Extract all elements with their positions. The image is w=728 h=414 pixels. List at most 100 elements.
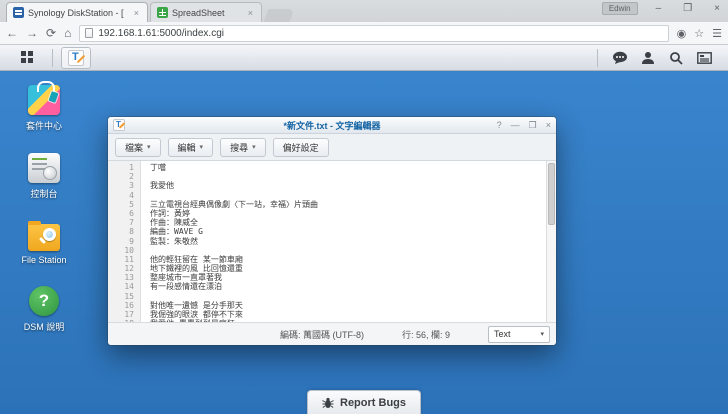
desktop-icon-control-panel[interactable]: 控制台	[12, 153, 76, 200]
editor-line: 1 丁噹	[108, 163, 556, 172]
tab-close-icon[interactable]: ×	[132, 8, 141, 18]
notifications-button[interactable]	[606, 47, 634, 69]
line-number: 3	[108, 181, 140, 190]
editor-maximize-button[interactable]: ❐	[529, 120, 537, 131]
refresh-icon[interactable]: ⟳	[46, 27, 56, 39]
desktop-icon-label: File Station	[21, 255, 66, 265]
menu-edit-button[interactable]: 編輯 ▾	[168, 138, 214, 157]
line-text: 他的輕狂留在 某一節車廂	[140, 255, 243, 264]
line-number: 7	[108, 218, 140, 227]
widget-panel-icon	[697, 52, 712, 64]
editor-line: 17 我倔強的眼淚 都停不下來	[108, 310, 556, 319]
extension-icon[interactable]: ◉	[677, 27, 687, 40]
desktop-icon-label: 控制台	[30, 187, 57, 200]
line-number: 16	[108, 301, 140, 310]
synology-favicon-icon	[13, 7, 24, 18]
taskbar-app-text-editor[interactable]	[61, 47, 91, 69]
tab-synology-diskstation[interactable]: Synology DiskStation - [ ×	[6, 2, 148, 22]
line-number: 13	[108, 273, 140, 282]
dsm-desktop: 套件中心 控制台 File Station ? DSM 說明	[0, 45, 728, 414]
editor-line: 11 他的輕狂留在 某一節車廂	[108, 255, 556, 264]
scrollbar-thumb[interactable]	[548, 163, 555, 225]
line-number: 8	[108, 227, 140, 236]
search-button[interactable]	[662, 47, 690, 69]
forward-icon[interactable]: →	[26, 27, 38, 39]
address-bar[interactable]: 192.168.1.61:5000/index.cgi	[79, 25, 668, 42]
window-minimize-button[interactable]: –	[652, 4, 666, 14]
pilot-view-button[interactable]	[690, 47, 718, 69]
syntax-value: Text	[494, 329, 511, 339]
editor-window-title: *新文件.txt - 文字編輯器	[108, 119, 556, 132]
line-number: 17	[108, 310, 140, 319]
magnifier-icon	[43, 228, 56, 241]
text-editor-icon	[68, 50, 84, 66]
main-menu-button[interactable]	[10, 47, 44, 69]
taskbar-divider	[52, 49, 53, 67]
editor-close-button[interactable]: ×	[546, 120, 551, 131]
line-text	[140, 191, 150, 200]
line-text	[140, 246, 150, 255]
bookmark-star-icon[interactable]: ☆	[694, 27, 704, 40]
profile-badge[interactable]: Edwin	[602, 2, 638, 15]
editor-menu-bar: 檔案 ▾ 編輯 ▾ 搜尋 ▾ 偏好設定	[108, 134, 556, 161]
home-icon[interactable]: ⌂	[64, 27, 71, 39]
editor-line: 15	[108, 292, 556, 301]
chevron-down-icon: ▾	[200, 143, 204, 151]
line-number: 6	[108, 209, 140, 218]
package-center-icon	[28, 85, 60, 115]
tab-close-icon[interactable]: ×	[246, 8, 255, 18]
browser-toolbar: ← → ⟳ ⌂ 192.168.1.61:5000/index.cgi ◉ ☆ …	[0, 22, 728, 45]
line-text: 有一段感情還在漂泊	[140, 282, 222, 291]
line-number: 9	[108, 237, 140, 246]
window-maximize-button[interactable]: ❐	[679, 4, 696, 14]
user-options-button[interactable]	[634, 47, 662, 69]
line-text: 地下鐵裡的風 比回憶還重	[140, 264, 243, 273]
control-panel-icon	[28, 153, 60, 183]
tab-spreadsheet[interactable]: SpreadSheet ×	[150, 2, 262, 22]
line-number: 15	[108, 292, 140, 301]
editor-status-bar: 編碼: 萬國碼 (UTF-8) 行: 56, 欄: 9 Text ▾	[108, 322, 556, 345]
menu-label: 檔案	[125, 141, 143, 154]
line-text	[140, 172, 150, 181]
desktop-icon-label: DSM 說明	[24, 320, 65, 333]
menu-search-button[interactable]: 搜尋 ▾	[220, 138, 266, 157]
editor-line: 18 我愛他 轟轟烈烈最瘋狂	[108, 319, 556, 322]
editor-scrollbar[interactable]	[546, 161, 556, 322]
line-text: 三立電視台經典偶像劇〈下一站，幸福〉片頭曲	[140, 200, 318, 209]
desktop-icon-file-station[interactable]: File Station	[12, 221, 76, 265]
back-icon[interactable]: ←	[6, 27, 18, 39]
editor-text-area[interactable]: 1 丁噹 2 3 我愛他	[108, 161, 556, 322]
editor-line: 16 對他唯一遺憾 是分手那天	[108, 301, 556, 310]
editor-title-bar[interactable]: *新文件.txt - 文字編輯器 ? — ❐ ×	[108, 117, 556, 134]
dsm-taskbar	[0, 45, 728, 71]
desktop-icon-package-center[interactable]: 套件中心	[12, 85, 76, 132]
line-text: 我倔強的眼淚 都停不下來	[140, 310, 243, 319]
new-tab-button[interactable]	[264, 9, 295, 22]
editor-code: 1 丁噹 2 3 我愛他	[108, 161, 556, 322]
line-number: 12	[108, 264, 140, 273]
status-encoding: 編碼: 萬國碼 (UTF-8)	[280, 328, 364, 341]
editor-minimize-button[interactable]: —	[511, 120, 520, 131]
tab-title: Synology DiskStation - [	[28, 8, 128, 18]
line-text: 編曲：WAVE G	[140, 227, 203, 236]
browser-menu-icon[interactable]: ☰	[712, 27, 722, 40]
search-icon	[669, 51, 683, 65]
report-bugs-button[interactable]: Report Bugs	[307, 390, 421, 414]
line-number: 14	[108, 282, 140, 291]
syntax-select[interactable]: Text ▾	[488, 326, 550, 343]
editor-help-button[interactable]: ?	[497, 120, 502, 131]
menu-file-button[interactable]: 檔案 ▾	[115, 138, 161, 157]
line-number: 10	[108, 246, 140, 255]
desktop-icon-dsm-help[interactable]: ? DSM 說明	[12, 286, 76, 333]
screen: Synology DiskStation - [ × SpreadSheet ×…	[0, 0, 728, 414]
line-text	[140, 292, 150, 301]
status-cursor-position: 行: 56, 欄: 9	[402, 328, 450, 341]
line-text: 對他唯一遺憾 是分手那天	[140, 301, 243, 310]
text-editor-window: *新文件.txt - 文字編輯器 ? — ❐ × 檔案 ▾ 編輯 ▾	[108, 117, 556, 345]
window-close-button[interactable]: ×	[710, 4, 724, 14]
help-question-icon: ?	[29, 286, 59, 316]
editor-line: 12 地下鐵裡的風 比回憶還重	[108, 264, 556, 273]
editor-line: 6 作詞：黃婷	[108, 209, 556, 218]
menu-preferences-button[interactable]: 偏好設定	[273, 138, 329, 157]
url-text[interactable]: 192.168.1.61:5000/index.cgi	[98, 28, 224, 39]
